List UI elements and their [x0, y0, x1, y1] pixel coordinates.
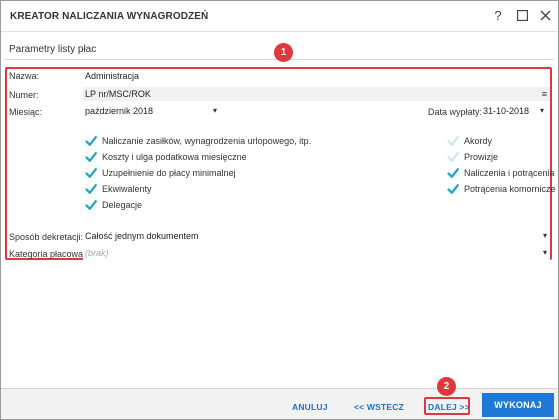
checkbox-label: Naliczenia i potrącenia	[464, 168, 555, 178]
title-bar: KREATOR NALICZANIA WYNAGRODZEŃ ?	[1, 1, 558, 32]
miesiac-select[interactable]: październik 2018 ▾	[83, 104, 220, 118]
sposob-dekretacji-label: Sposób dekretacji:	[9, 232, 84, 242]
checkbox-item[interactable]: Delegacje	[85, 199, 142, 211]
back-button[interactable]: << WSTECZ	[354, 402, 404, 412]
chevron-down-icon: ▾	[212, 106, 217, 115]
data-wyplaty-value: 31-10-2018	[483, 106, 530, 116]
miesiac-value: październik 2018	[85, 106, 154, 116]
close-icon	[540, 10, 550, 21]
callout-badge-2: 2	[437, 377, 456, 396]
kategoria-placowa-select[interactable]: (brak) ▾	[83, 246, 550, 260]
chevron-down-icon: ▾	[539, 106, 544, 115]
checkmark-icon	[85, 168, 97, 178]
checkbox-label: Prowizje	[464, 152, 499, 162]
nazwa-value: Administracja	[85, 71, 140, 81]
checkbox-item[interactable]: Prowizje	[447, 151, 498, 163]
checkbox-label: Naliczanie zasiłków, wynagrodzenia urlop…	[102, 136, 312, 146]
help-button[interactable]: ?	[489, 7, 507, 25]
window-title: KREATOR NALICZANIA WYNAGRODZEŃ	[10, 11, 209, 22]
checkbox-item[interactable]: Potrącenia komornicze	[447, 183, 556, 195]
data-wyplaty-select[interactable]: 31-10-2018 ▾	[481, 104, 547, 118]
miesiac-label: Miesiąc:	[9, 107, 43, 117]
wizard-window: KREATOR NALICZANIA WYNAGRODZEŃ ? Paramet…	[0, 0, 559, 420]
checkmark-icon	[85, 152, 97, 162]
checkmark-icon	[85, 136, 97, 146]
data-wyplaty-label: Data wypłaty:	[428, 107, 483, 117]
numer-value: LP nr/MSC/ROK	[85, 89, 151, 99]
sposob-dekretacji-select[interactable]: Całość jednym dokumentem ▾	[83, 229, 550, 243]
numer-input[interactable]: LP nr/MSC/ROK ≡	[83, 87, 550, 101]
checkmark-off-icon	[447, 136, 459, 146]
checkmark-icon	[447, 168, 459, 178]
footer-bar	[1, 388, 558, 419]
section-title: Parametry listy płac	[9, 44, 97, 55]
checkbox-label: Koszty i ulga podatkowa miesięczne	[102, 152, 247, 162]
execute-button[interactable]: WYKONAJ	[482, 393, 554, 417]
checkbox-item[interactable]: Koszty i ulga podatkowa miesięczne	[85, 151, 247, 163]
maximize-icon	[516, 9, 528, 22]
chevron-down-icon: ▾	[542, 248, 547, 257]
checkbox-label: Akordy	[464, 136, 493, 146]
nazwa-label: Nazwa:	[9, 71, 40, 81]
checkbox-label: Ekwiwalenty	[102, 184, 152, 194]
kategoria-placowa-placeholder: (brak)	[85, 248, 109, 258]
next-button[interactable]: DALEJ >>	[428, 402, 470, 412]
checkbox-label: Uzupełnienie do płacy minimalnej	[102, 168, 236, 178]
close-button[interactable]	[536, 7, 554, 25]
checkbox-item[interactable]: Ekwiwalenty	[85, 183, 152, 195]
checkbox-item[interactable]: Uzupełnienie do płacy minimalnej	[85, 167, 236, 179]
checkbox-label: Potrącenia komornicze	[464, 184, 556, 194]
checkmark-icon	[85, 200, 97, 210]
sposob-dekretacji-value: Całość jednym dokumentem	[85, 231, 199, 241]
checkbox-item[interactable]: Naliczenia i potrącenia	[447, 167, 555, 179]
checkmark-icon	[85, 184, 97, 194]
maximize-button[interactable]	[513, 7, 531, 25]
callout-badge-1: 1	[274, 43, 293, 62]
chevron-down-icon: ▾	[542, 231, 547, 240]
checkmark-off-icon	[447, 152, 459, 162]
checkmark-icon	[447, 184, 459, 194]
checkbox-item[interactable]: Akordy	[447, 135, 492, 147]
menu-icon[interactable]: ≡	[542, 87, 547, 101]
numer-label: Numer:	[9, 90, 39, 100]
cancel-button[interactable]: ANULUJ	[292, 402, 328, 412]
checkbox-item[interactable]: Naliczanie zasiłków, wynagrodzenia urlop…	[85, 135, 311, 147]
checkbox-label: Delegacje	[102, 200, 143, 210]
nazwa-input[interactable]: Administracja	[83, 69, 550, 83]
kategoria-placowa-label: Kategoria płacowa:	[9, 249, 86, 259]
